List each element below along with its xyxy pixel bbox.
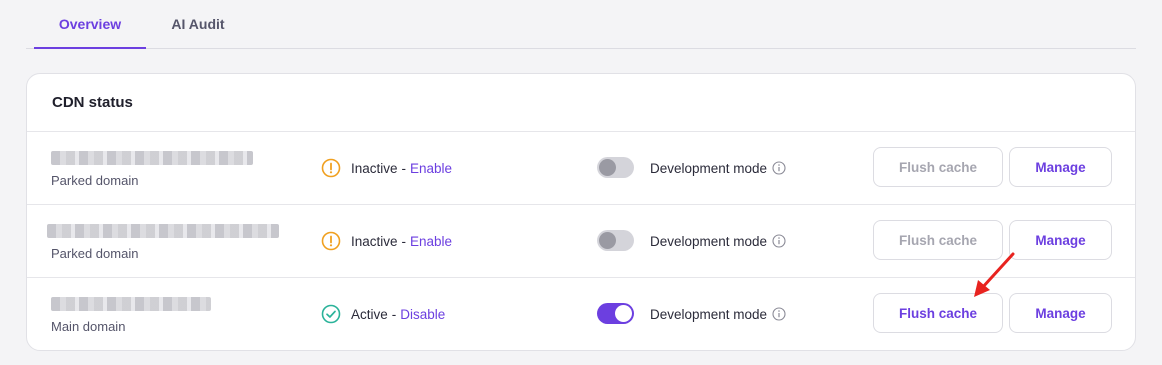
card-title: CDN status [27, 74, 1135, 132]
cdn-status: Inactive - Enable [321, 231, 452, 251]
toggle-knob [599, 232, 616, 249]
domain-name-redacted [51, 151, 253, 165]
status-text: Active [351, 306, 388, 322]
development-mode-toggle[interactable] [597, 157, 634, 178]
development-mode-toggle[interactable] [597, 303, 634, 324]
development-mode-toggle[interactable] [597, 230, 634, 251]
enable-link[interactable]: Enable [410, 161, 452, 176]
status-separator: - [401, 160, 407, 176]
warning-circle-icon [321, 231, 341, 251]
manage-button[interactable]: Manage [1009, 220, 1112, 260]
development-mode-label: Development mode [650, 158, 786, 178]
info-icon[interactable] [772, 234, 786, 248]
tab-bar: Overview AI Audit [26, 0, 1136, 49]
manage-button[interactable]: Manage [1009, 147, 1112, 187]
status-text: Inactive [351, 233, 398, 249]
domain-row: Parked domain Inactive - Enable Developm… [27, 132, 1135, 205]
cdn-status-card: CDN status Parked domain Inactive - Enab… [26, 73, 1136, 351]
domain-type: Parked domain [51, 246, 139, 261]
annotation-arrow-icon [974, 252, 1015, 297]
toggle-knob [599, 159, 616, 176]
status-separator: - [401, 233, 407, 249]
warning-circle-icon [321, 158, 341, 178]
info-icon[interactable] [772, 161, 786, 175]
manage-button[interactable]: Manage [1009, 293, 1112, 333]
toggle-knob [615, 305, 632, 322]
domain-name-redacted [51, 297, 211, 311]
status-text: Inactive [351, 160, 398, 176]
development-mode-text: Development mode [650, 306, 768, 322]
disable-link[interactable]: Disable [400, 307, 445, 322]
domain-type: Main domain [51, 319, 126, 334]
domain-name-redacted [47, 224, 279, 238]
development-mode-text: Development mode [650, 160, 768, 176]
enable-link[interactable]: Enable [410, 234, 452, 249]
flush-cache-button[interactable]: Flush cache [873, 147, 1003, 187]
tab-overview[interactable]: Overview [34, 0, 146, 49]
development-mode-label: Development mode [650, 231, 786, 251]
status-separator: - [391, 306, 397, 322]
check-circle-icon [321, 304, 341, 324]
cdn-status: Active - Disable [321, 304, 445, 324]
development-mode-text: Development mode [650, 233, 768, 249]
tab-ai-audit[interactable]: AI Audit [154, 0, 242, 48]
domain-type: Parked domain [51, 173, 139, 188]
info-icon[interactable] [772, 307, 786, 321]
development-mode-label: Development mode [650, 304, 786, 324]
cdn-status: Inactive - Enable [321, 158, 452, 178]
